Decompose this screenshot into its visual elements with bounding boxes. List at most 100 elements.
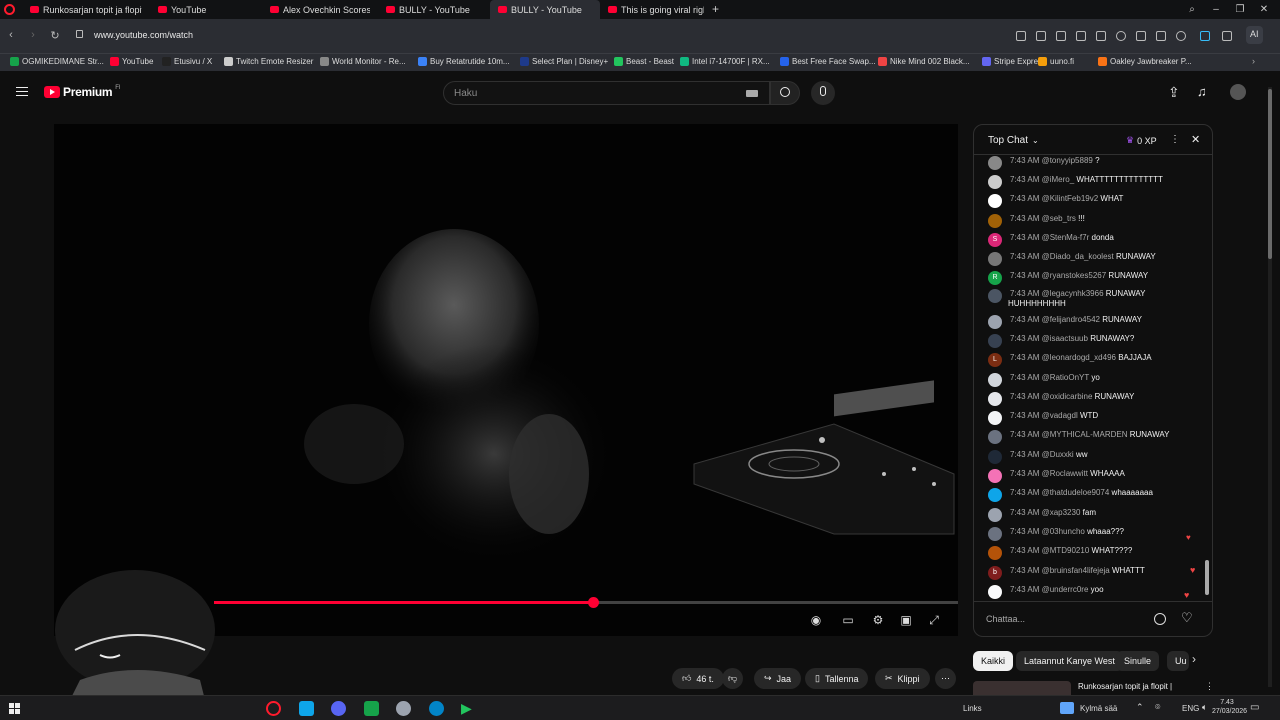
- chat-username[interactable]: @Diado_da_koolest: [1042, 252, 1114, 261]
- chat-username[interactable]: @MTD90210: [1042, 546, 1090, 555]
- reload-icon[interactable]: ↻: [44, 29, 66, 42]
- chat-username[interactable]: @StenMa-f7r: [1042, 233, 1090, 242]
- url-field[interactable]: www.youtube.com/watch: [94, 30, 193, 40]
- links-toolbar[interactable]: Links: [963, 704, 982, 713]
- account-avatar[interactable]: [1230, 84, 1246, 100]
- chat-message[interactable]: 7:43 AM @Diado_da_koolest RUNAWAY: [988, 252, 1203, 266]
- chat-more-icon[interactable]: ⋮: [1170, 134, 1180, 145]
- related-video-thumbnail[interactable]: [973, 681, 1071, 695]
- chat-username[interactable]: @bruinsfan4lifejeja: [1042, 566, 1110, 575]
- chat-avatar[interactable]: R: [988, 271, 1002, 285]
- weather-icon[interactable]: [1060, 702, 1074, 714]
- notification-center-icon[interactable]: ▭: [1250, 702, 1259, 713]
- back-icon[interactable]: ‹: [0, 29, 22, 41]
- profile-icon[interactable]: [1176, 31, 1186, 41]
- chat-mode-dropdown[interactable]: Top Chat ⌄: [988, 135, 1039, 146]
- chat-username[interactable]: @isaactsuub: [1042, 334, 1088, 343]
- chat-avatar[interactable]: [988, 214, 1002, 228]
- bookmark-item[interactable]: Etusivu / X: [162, 57, 212, 66]
- shield-icon[interactable]: [1076, 31, 1086, 41]
- bookmark-item[interactable]: Nike Mind 002 Black...: [878, 57, 970, 66]
- edge-taskbar-icon[interactable]: [429, 701, 444, 716]
- maximize-icon[interactable]: ❐: [1228, 0, 1252, 19]
- browser-tab[interactable]: This is going viral right no: [600, 0, 712, 19]
- page-scrollbar-thumb[interactable]: [1268, 89, 1272, 259]
- chat-avatar[interactable]: [988, 373, 1002, 387]
- dislike-button[interactable]: 👎︎: [722, 668, 744, 689]
- upload-icon[interactable]: ⇪: [1168, 84, 1180, 101]
- close-chat-icon[interactable]: ✕: [1191, 133, 1200, 146]
- bookmark-item[interactable]: Beast - Beast: [614, 57, 674, 66]
- keyboard-icon[interactable]: [746, 90, 758, 97]
- chat-message[interactable]: 7:43 AM @Roclawwitt WHAAAA: [988, 469, 1203, 483]
- chat-username[interactable]: @tonyyip5889: [1042, 156, 1093, 165]
- chat-message[interactable]: b 7:43 AM @bruinsfan4lifejeja WHATTT: [988, 566, 1203, 580]
- weather-label[interactable]: Kylmä sää: [1080, 704, 1117, 713]
- share-button[interactable]: ↪ Jaa: [754, 668, 802, 689]
- chat-message[interactable]: 7:43 AM @thatdudeloe9074 whaaaaaaa: [988, 488, 1203, 502]
- green-app-taskbar-icon[interactable]: [364, 701, 379, 716]
- chat-message-input[interactable]: Chattaa...: [986, 611, 1154, 629]
- chat-message[interactable]: S 7:43 AM @StenMa-f7r donda: [988, 233, 1203, 247]
- cube-icon[interactable]: [1222, 31, 1232, 41]
- search-input[interactable]: Haku: [443, 81, 770, 105]
- chat-avatar[interactable]: [988, 527, 1002, 541]
- subtitles-icon[interactable]: ▭: [840, 612, 856, 628]
- chat-username[interactable]: @leonardogd_xd496: [1042, 353, 1116, 362]
- bookmark-item[interactable]: YouTube: [110, 57, 153, 66]
- fullscreen-icon[interactable]: ⤢: [926, 612, 942, 628]
- camera-icon[interactable]: [1056, 31, 1066, 41]
- chat-avatar[interactable]: L: [988, 353, 1002, 367]
- chips-next-icon[interactable]: ›: [1192, 652, 1196, 666]
- chat-message[interactable]: L 7:43 AM @leonardogd_xd496 BAJJAJA: [988, 353, 1203, 367]
- chat-message[interactable]: 7:43 AM @felijandro4542 RUNAWAY: [988, 315, 1203, 329]
- bookmark-item[interactable]: World Monitor - Re...: [320, 57, 406, 66]
- related-video-title[interactable]: Runkosarjan topit ja flopit |: [1078, 682, 1172, 691]
- heart-icon[interactable]: ♡: [1181, 610, 1193, 626]
- chat-username[interactable]: @03huncho: [1042, 527, 1085, 536]
- chat-message[interactable]: 7:43 AM @seb_trs !!!: [988, 214, 1203, 228]
- chat-message[interactable]: R 7:43 AM @ryanstokes5267 RUNAWAY: [988, 271, 1203, 285]
- play-taskbar-icon[interactable]: ▶: [461, 701, 476, 716]
- close-window-icon[interactable]: ✕: [1252, 0, 1276, 19]
- chat-message[interactable]: 7:43 AM @Duxxki ww: [988, 450, 1203, 464]
- browser-tab[interactable]: YouTube: [150, 0, 262, 19]
- chat-username[interactable]: @iMero_: [1042, 175, 1075, 184]
- bookmark-item[interactable]: Twitch Emote Resizer: [224, 57, 313, 66]
- bookmark-item[interactable]: Select Plan | Disney+: [520, 57, 608, 66]
- browser-tab[interactable]: Runkosarjan topit ja flopit: [22, 0, 150, 19]
- edit-icon[interactable]: [1036, 31, 1046, 41]
- filter-chip[interactable]: Uu: [1167, 651, 1189, 671]
- chat-avatar[interactable]: [988, 430, 1002, 444]
- chat-username[interactable]: @oxidicarbine: [1042, 392, 1093, 401]
- chat-message[interactable]: 7:43 AM @legacynhk3966 RUNAWAY HUHHHHHHH…: [988, 289, 1203, 309]
- hamburger-menu-icon[interactable]: [16, 87, 28, 96]
- lens-icon[interactable]: [1016, 31, 1026, 41]
- chat-username[interactable]: @ryanstokes5267: [1042, 271, 1107, 280]
- chat-username[interactable]: @vadagdl: [1042, 411, 1078, 420]
- chat-username[interactable]: @MYTHICAL-MARDEN: [1042, 430, 1128, 439]
- filter-chip[interactable]: Lataannut Kanye West: [1016, 651, 1123, 671]
- browser-tab[interactable]: BULLY - YouTube: [490, 0, 600, 19]
- chat-avatar[interactable]: [988, 194, 1002, 208]
- chat-message[interactable]: 7:43 AM @vadagdl WTD: [988, 411, 1203, 425]
- like-button[interactable]: 👍︎ 46 t.: [672, 668, 724, 689]
- settings-gear-icon[interactable]: ⚙: [870, 612, 886, 628]
- settings-taskbar-icon[interactable]: [396, 701, 411, 716]
- chat-scrollbar[interactable]: [1205, 560, 1209, 595]
- chat-avatar[interactable]: [988, 585, 1002, 599]
- chat-message[interactable]: 7:43 AM @KilintFeb19v2 WHAT: [988, 194, 1203, 208]
- chat-avatar[interactable]: [988, 488, 1002, 502]
- minimize-icon[interactable]: –: [1204, 0, 1228, 19]
- chat-username[interactable]: @Duxxki: [1042, 450, 1074, 459]
- video-progress-bar[interactable]: [214, 597, 958, 608]
- chat-avatar[interactable]: [988, 392, 1002, 406]
- clip-button[interactable]: ✂ Klippi: [875, 668, 930, 689]
- ai-button[interactable]: AI: [1246, 26, 1263, 44]
- windows-start-icon[interactable]: [9, 703, 20, 714]
- volume-icon[interactable]: 🔈︎: [1202, 702, 1207, 713]
- chat-avatar[interactable]: [988, 546, 1002, 560]
- chat-username[interactable]: @legacynhk3966: [1042, 289, 1104, 298]
- chat-username[interactable]: @felijandro4542: [1042, 315, 1100, 324]
- chat-avatar[interactable]: [988, 252, 1002, 266]
